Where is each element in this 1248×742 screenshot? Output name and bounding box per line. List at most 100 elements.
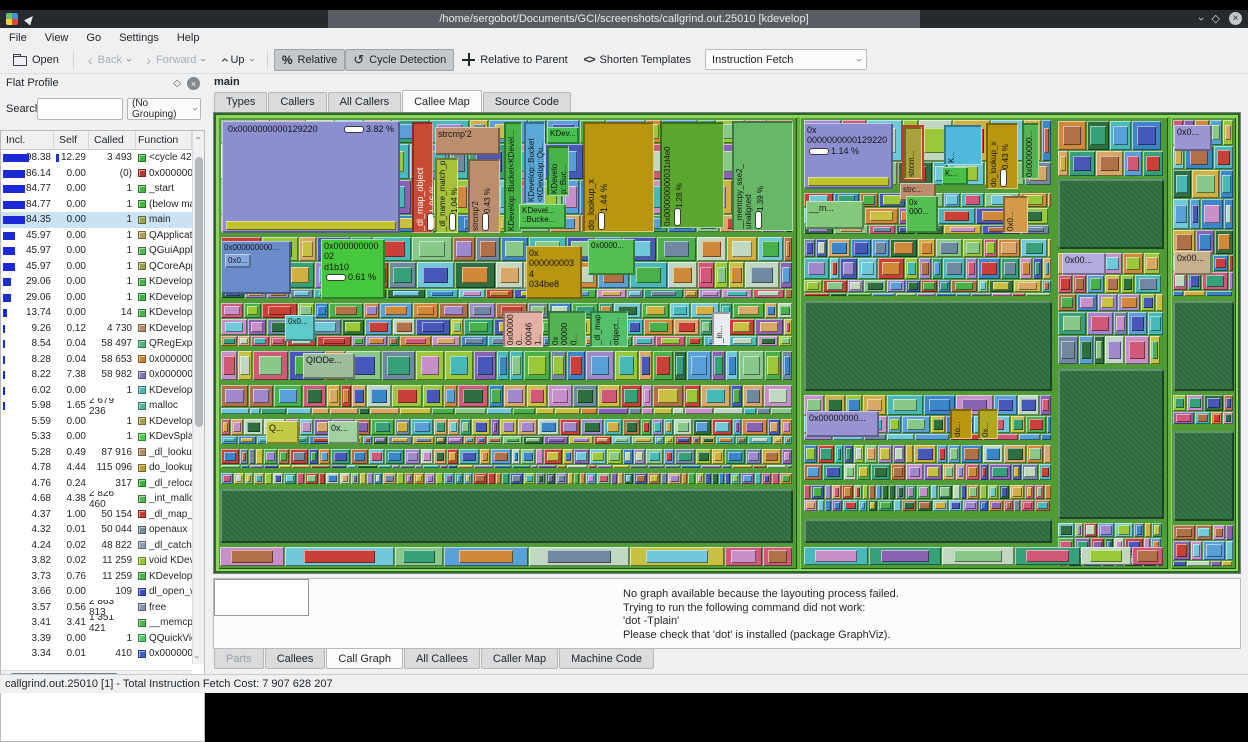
treemap-cell[interactable] (221, 336, 237, 346)
treemap-cell[interactable] (656, 336, 685, 346)
treemap-cell[interactable] (274, 385, 302, 407)
treemap-cell[interactable] (1173, 199, 1189, 229)
treemap-cell[interactable] (624, 473, 633, 484)
treemap-cell[interactable] (486, 289, 513, 298)
treemap-cell[interactable] (1229, 272, 1233, 290)
table-row[interactable]: 5.28 0.49 87 916 _dl_lookup_ (1, 445, 192, 461)
treemap-cell[interactable] (668, 262, 697, 288)
treemap-cell[interactable] (249, 385, 273, 407)
table-row[interactable]: 3.82 0.02 11 259 void KDeve (1, 553, 192, 569)
treemap-cell[interactable] (555, 408, 580, 414)
treemap-block[interactable]: do_lookup_x 1.44 % (583, 122, 654, 232)
treemap-cell[interactable] (1152, 523, 1162, 537)
table-row[interactable]: 13.74 0.00 14 KDevelop:: (1, 305, 192, 321)
treemap-flat-region[interactable] (1058, 179, 1164, 249)
shorten-templates-toggle[interactable]: <> Shorten Templates (576, 49, 699, 71)
treemap-block[interactable]: _dl_map_ object... (590, 311, 628, 347)
treemap-cell[interactable] (1187, 395, 1203, 411)
treemap-cell[interactable] (733, 419, 741, 435)
treemap-cell[interactable] (448, 465, 457, 468)
treemap-cell[interactable] (529, 547, 629, 566)
treemap-cell[interactable] (961, 193, 984, 207)
treemap-cell[interactable] (674, 351, 686, 380)
treemap-cell[interactable] (395, 547, 443, 566)
tab-caller-map[interactable]: Caller Map (480, 649, 559, 669)
treemap-cell[interactable] (757, 408, 770, 414)
treemap-cell[interactable] (317, 336, 351, 346)
treemap-cell[interactable] (1012, 293, 1025, 296)
treemap-cell[interactable] (804, 547, 868, 565)
treemap-cell[interactable] (725, 449, 745, 464)
treemap-cell[interactable] (896, 293, 916, 296)
treemap-cell[interactable] (1077, 294, 1097, 311)
treemap-cell[interactable] (938, 280, 950, 292)
treemap-cell[interactable] (613, 465, 629, 468)
treemap-cell[interactable] (588, 465, 596, 468)
treemap-cell[interactable] (668, 473, 681, 484)
treemap-cell[interactable] (1214, 146, 1233, 169)
treemap-cell[interactable] (674, 319, 699, 335)
treemap-cell[interactable] (270, 336, 286, 346)
treemap-cell[interactable] (726, 351, 738, 380)
treemap-cell[interactable] (360, 473, 366, 484)
treemap-cell[interactable] (1220, 170, 1233, 198)
treemap-cell[interactable] (642, 385, 652, 407)
treemap-cell[interactable] (722, 289, 752, 298)
treemap-cell[interactable] (758, 336, 778, 346)
treemap-cell[interactable] (1134, 523, 1144, 537)
search-input[interactable] (37, 98, 123, 120)
treemap-cell[interactable] (780, 262, 792, 288)
treemap-cell[interactable] (1025, 485, 1034, 499)
treemap-cell[interactable] (896, 485, 905, 499)
table-row[interactable]: 4.32 0.01 50 044 openaux (1, 522, 192, 538)
treemap-cell[interactable] (816, 239, 827, 257)
treemap-cell[interactable] (825, 500, 831, 511)
treemap-cell[interactable] (461, 336, 487, 346)
treemap-cell[interactable] (665, 436, 674, 444)
table-row[interactable]: 4.78 4.44 115 096 do_lookup_ (1, 460, 192, 476)
treemap-cell[interactable] (753, 465, 766, 468)
treemap-cell[interactable] (942, 547, 1014, 565)
treemap-cell[interactable] (692, 436, 700, 444)
treemap-cell[interactable] (447, 449, 458, 464)
treemap-cell[interactable] (1132, 121, 1161, 150)
treemap-cell[interactable] (440, 465, 447, 468)
treemap-cell[interactable] (888, 416, 901, 433)
treemap-cell[interactable] (265, 473, 272, 484)
treemap-cell[interactable] (489, 385, 503, 407)
treemap-cell[interactable] (341, 385, 351, 407)
treemap-flat-region[interactable] (1058, 369, 1164, 519)
treemap-cell[interactable] (1222, 561, 1232, 566)
table-row[interactable]: 9.26 0.12 4 730 KDevelop:: (1, 321, 192, 337)
treemap-cell[interactable] (221, 385, 248, 407)
treemap-cell[interactable] (629, 408, 641, 414)
treemap-cell[interactable] (902, 416, 930, 433)
treemap-cell[interactable] (221, 465, 240, 468)
tab-types[interactable]: Types (214, 92, 268, 112)
treemap-cell[interactable] (746, 449, 761, 464)
treemap-cell[interactable] (512, 449, 520, 464)
treemap-cell[interactable] (221, 319, 247, 335)
treemap-cell[interactable] (1098, 523, 1114, 537)
treemap-cell[interactable] (423, 465, 439, 468)
treemap-cell[interactable] (878, 500, 893, 511)
treemap-cell[interactable] (712, 473, 718, 484)
treemap-cell[interactable] (830, 293, 846, 296)
treemap-cell[interactable] (748, 436, 772, 444)
treemap-cell[interactable] (931, 485, 937, 499)
treemap-cell[interactable] (828, 239, 850, 257)
tab-all-callers[interactable]: All Callers (327, 92, 402, 112)
treemap-cell[interactable] (251, 336, 269, 346)
treemap-cell[interactable] (882, 485, 888, 499)
treemap-cell[interactable] (1195, 412, 1210, 424)
relative-toggle[interactable]: % Relative (273, 48, 346, 71)
treemap-cell[interactable] (264, 449, 277, 464)
treemap-cell[interactable] (924, 464, 942, 480)
treemap-cell[interactable] (253, 351, 288, 380)
treemap-cell[interactable] (989, 464, 1011, 480)
treemap-cell[interactable] (764, 385, 792, 407)
treemap-cell[interactable] (630, 262, 667, 288)
treemap-cell[interactable] (393, 319, 415, 335)
treemap-cell[interactable] (1040, 395, 1051, 415)
treemap-block[interactable]: Q... (266, 421, 299, 444)
